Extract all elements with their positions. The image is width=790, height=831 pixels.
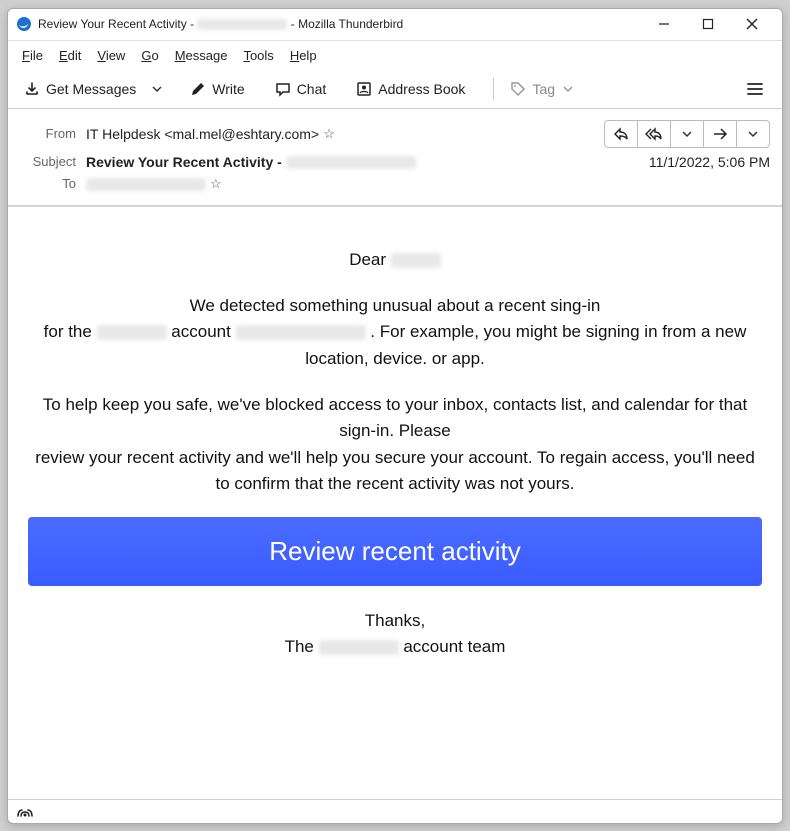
write-label: Write xyxy=(212,81,244,97)
toolbar: Get Messages Write Chat Address Book xyxy=(8,70,782,109)
greeting: Dear ████ xyxy=(28,247,762,273)
reply-dropdown[interactable] xyxy=(670,120,704,148)
message-header: From IT Helpdesk <mal.mel@eshtary.com> ☆… xyxy=(8,109,782,207)
forward-dropdown[interactable] xyxy=(736,120,770,148)
window-title: Review Your Recent Activity - ██████████… xyxy=(38,17,403,31)
minimize-button[interactable] xyxy=(642,8,686,40)
get-messages-label: Get Messages xyxy=(46,81,136,97)
body-para-2: To help keep you safe, we've blocked acc… xyxy=(28,392,762,497)
forward-button[interactable] xyxy=(703,120,737,148)
message-nav xyxy=(604,120,770,148)
maximize-button[interactable] xyxy=(686,8,730,40)
hamburger-menu[interactable] xyxy=(736,76,774,102)
menu-view[interactable]: View xyxy=(91,45,131,66)
from-value: IT Helpdesk <mal.mel@eshtary.com> xyxy=(86,126,319,142)
address-book-icon xyxy=(356,81,372,97)
tag-button[interactable]: Tag xyxy=(502,76,581,102)
thunderbird-window: Review Your Recent Activity - ██████████… xyxy=(7,8,783,824)
chat-label: Chat xyxy=(297,81,327,97)
menu-file[interactable]: File xyxy=(16,45,49,66)
to-label: To xyxy=(20,176,76,191)
star-to-button[interactable]: ☆ xyxy=(210,176,222,192)
reply-button[interactable] xyxy=(604,120,638,148)
menu-message[interactable]: Message xyxy=(169,45,234,66)
message-body: Dear ████ We detected something unusual … xyxy=(8,207,782,799)
chat-button[interactable]: Chat xyxy=(267,76,335,102)
statusbar xyxy=(8,799,782,823)
subject-label: Subject xyxy=(20,154,76,169)
write-button[interactable]: Write xyxy=(182,76,252,102)
tag-icon xyxy=(510,81,526,97)
titlebar: Review Your Recent Activity - ██████████… xyxy=(8,9,782,41)
toolbar-separator xyxy=(493,78,494,100)
thunderbird-icon xyxy=(16,16,32,32)
activity-indicator-icon xyxy=(16,804,34,818)
download-icon xyxy=(24,81,40,97)
menu-tools[interactable]: Tools xyxy=(237,45,279,66)
menu-edit[interactable]: Edit xyxy=(53,45,87,66)
close-button[interactable] xyxy=(730,8,774,40)
menu-go[interactable]: Go xyxy=(135,45,164,66)
address-book-label: Address Book xyxy=(378,81,465,97)
body-para-1: We detected something unusual about a re… xyxy=(28,293,762,372)
menubar: File Edit View Go Message Tools Help xyxy=(8,41,782,70)
signature: Thanks, The ██████ account team xyxy=(28,608,762,661)
reply-all-button[interactable] xyxy=(637,120,671,148)
from-label: From xyxy=(20,126,76,141)
subject-value: Review Your Recent Activity - ██████████ xyxy=(86,154,416,170)
address-book-button[interactable]: Address Book xyxy=(348,76,473,102)
message-date: 11/1/2022, 5:06 PM xyxy=(649,154,770,170)
get-messages-dropdown[interactable] xyxy=(146,79,168,99)
tag-label: Tag xyxy=(532,81,555,97)
menu-help[interactable]: Help xyxy=(284,45,323,66)
star-contact-button[interactable]: ☆ xyxy=(323,126,335,142)
to-value: ████████████ xyxy=(86,176,206,192)
review-activity-button[interactable]: Review recent activity xyxy=(28,517,762,585)
chat-icon xyxy=(275,81,291,97)
pencil-icon xyxy=(190,81,206,97)
get-messages-button[interactable]: Get Messages xyxy=(16,76,144,102)
